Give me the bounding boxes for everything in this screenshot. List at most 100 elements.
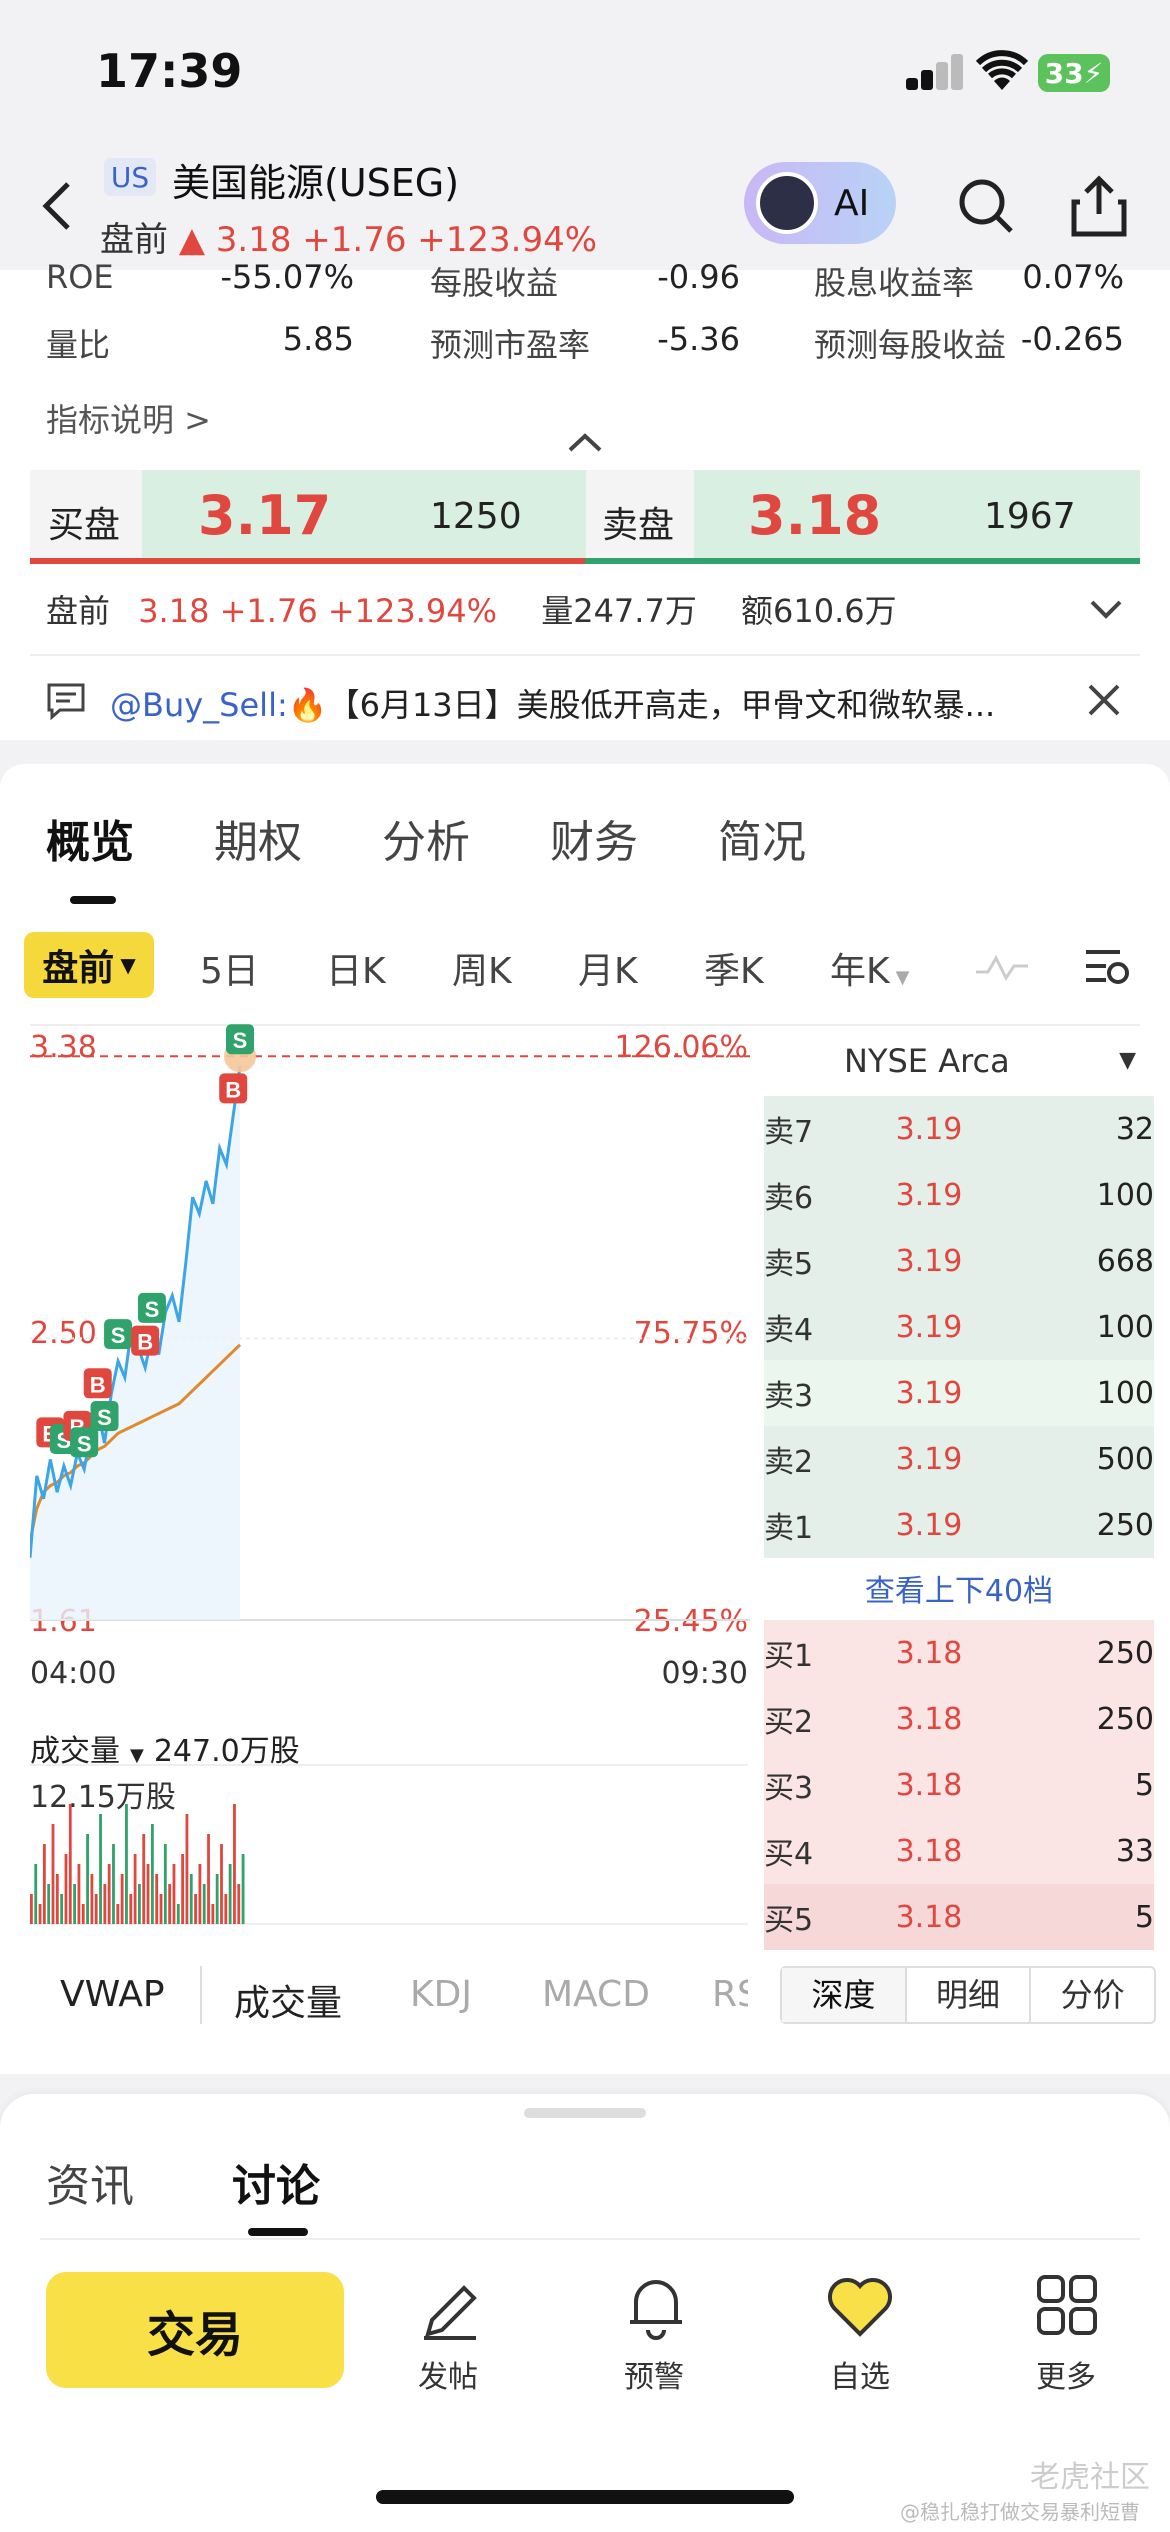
- line-style-icon[interactable]: [974, 952, 1030, 986]
- chevron-up-icon[interactable]: [566, 432, 604, 458]
- indicator-volume[interactable]: 成交量: [234, 1974, 342, 2026]
- bid-level-volume: 33: [1115, 1833, 1154, 1869]
- indicator-link[interactable]: 指标说明 >: [46, 395, 211, 441]
- share-icon[interactable]: [1070, 174, 1128, 242]
- volume-bar: [86, 1834, 89, 1924]
- nav-alert-label: 预警: [624, 2360, 684, 2395]
- price-chart[interactable]: BSBSBSSBSBS: [30, 1020, 750, 1640]
- premarket-volume: 量247.7万: [541, 592, 697, 630]
- indicator-rsi[interactable]: RS: [712, 1974, 748, 2015]
- stat-label: 股息收益率: [814, 264, 975, 302]
- volume-bar: [55, 1874, 59, 1924]
- ask-level-price: 3.19: [895, 1441, 963, 1477]
- watermark-brand: 老虎社区: [1030, 2460, 1150, 2495]
- ask-level-label: 卖3: [764, 1379, 814, 1414]
- ask-level-volume: 32: [1115, 1111, 1154, 1147]
- battery-level: 33: [1044, 56, 1084, 90]
- period-daily[interactable]: 日K: [326, 942, 386, 994]
- divider: [40, 2238, 1140, 2240]
- depth-tab-price[interactable]: 分价: [1031, 1968, 1154, 2022]
- volume-bar: [185, 1814, 189, 1924]
- indicator-kdj[interactable]: KDJ: [410, 1974, 472, 2015]
- bid-level-row[interactable]: 买4 3.18 33: [764, 1818, 1154, 1884]
- premarket-change: 3.18 +1.76 +123.94%: [138, 592, 498, 630]
- indicator-vwap[interactable]: VWAP: [60, 1974, 165, 2015]
- chart-settings-icon[interactable]: [1082, 944, 1132, 992]
- nav-watchlist[interactable]: 自选: [790, 2270, 930, 2400]
- period-weekly[interactable]: 周K: [452, 942, 512, 994]
- ask-level-row[interactable]: 卖2 3.19 500: [764, 1426, 1154, 1492]
- tab-discussion[interactable]: 讨论: [232, 2150, 320, 2214]
- volume-bar: [241, 1854, 245, 1924]
- period-selector: 盘前 ▼ 5日 日K 周K 月K 季K 年K ▼: [0, 932, 1170, 1002]
- bid-level-volume: 5: [1134, 1899, 1154, 1935]
- sheet-handle[interactable]: [524, 2108, 646, 2118]
- ask-level-row[interactable]: 卖4 3.19 100: [764, 1294, 1154, 1360]
- wifi-icon: [975, 50, 1029, 96]
- ask-level-row[interactable]: 卖7 3.19 32: [764, 1096, 1154, 1162]
- period-yearly[interactable]: 年K ▼: [830, 942, 909, 994]
- tab-profile[interactable]: 简况: [718, 806, 806, 870]
- ask-level-label: 卖5: [764, 1247, 814, 1282]
- nav-alert[interactable]: 预警: [584, 2270, 724, 2400]
- depth-exchange[interactable]: NYSE Arca ▼: [764, 1036, 1154, 1086]
- bid-level-row[interactable]: 买2 3.18 250: [764, 1686, 1154, 1752]
- premarket-label: 盘前: [46, 592, 111, 630]
- ask-level-price: 3.19: [895, 1507, 963, 1543]
- bid-ask-bar: 买盘 3.17 1250 卖盘 3.18 1967: [30, 470, 1140, 564]
- news-user[interactable]: @Buy_Sell:: [110, 686, 288, 724]
- volume-bar: [168, 1884, 172, 1924]
- tab-overview[interactable]: 概览: [46, 806, 134, 870]
- search-icon[interactable]: [956, 176, 1016, 240]
- ai-button[interactable]: AI: [744, 162, 896, 244]
- ask-level-row[interactable]: 卖5 3.19 668: [764, 1228, 1154, 1294]
- period-premarket[interactable]: 盘前 ▼: [24, 932, 154, 998]
- tab-news[interactable]: 资讯: [46, 2150, 134, 2214]
- market-badge: US: [104, 158, 156, 196]
- bid-level-row[interactable]: 买5 3.18 5: [764, 1884, 1154, 1950]
- ask-level-volume: 668: [1096, 1243, 1154, 1279]
- ask-level-row[interactable]: 卖1 3.19 250: [764, 1492, 1154, 1558]
- volume-bar: [30, 1894, 33, 1924]
- volume-bar: [99, 1814, 102, 1924]
- tab-options[interactable]: 期权: [214, 806, 302, 870]
- ask-level-row[interactable]: 卖6 3.19 100: [764, 1162, 1154, 1228]
- depth-tab-depth[interactable]: 深度: [782, 1968, 907, 2022]
- bid-level-row[interactable]: 买3 3.18 5: [764, 1752, 1154, 1818]
- ask-level-label: 卖1: [764, 1511, 814, 1546]
- trade-button[interactable]: 交易: [46, 2272, 344, 2388]
- nav-post[interactable]: 发帖: [378, 2270, 518, 2400]
- volume-bar: [142, 1834, 146, 1924]
- indicator-tabs: VWAP 成交量 KDJ MACD RS: [0, 1966, 760, 2026]
- chevron-down-icon[interactable]: [1088, 598, 1124, 624]
- volume-bar: [224, 1894, 228, 1924]
- indicator-macd[interactable]: MACD: [542, 1974, 650, 2015]
- grid-icon: [1036, 2274, 1098, 2340]
- period-premarket-label: 盘前: [42, 948, 115, 989]
- period-monthly[interactable]: 月K: [578, 942, 638, 994]
- volume-bar: [64, 1854, 68, 1924]
- back-icon[interactable]: [40, 180, 76, 236]
- close-icon[interactable]: [1086, 682, 1122, 722]
- volume-bar: [146, 1864, 150, 1924]
- stock-header: US 美国能源(USEG) 盘前 ▲ 3.18 +1.76 +123.94% A…: [0, 140, 1170, 270]
- bid-pressure-bar: [30, 558, 585, 564]
- view-more-depth[interactable]: 查看上下40档: [764, 1566, 1154, 1610]
- premarket-row[interactable]: 盘前 3.18 +1.76 +123.94% 量247.7万 额610.6万: [46, 586, 1126, 632]
- news-ticker[interactable]: @Buy_Sell:🔥【6月13日】美股低开高走，甲骨文和微软暴...: [110, 680, 1070, 726]
- nav-more[interactable]: 更多: [996, 2270, 1136, 2400]
- ask-level-label: 卖4: [764, 1313, 814, 1348]
- bid-level-price: 3.18: [895, 1701, 963, 1737]
- bid-level-row[interactable]: 买1 3.18 250: [764, 1620, 1154, 1686]
- ask-level-row[interactable]: 卖3 3.19 100: [764, 1360, 1154, 1426]
- volume-bar: [155, 1874, 159, 1924]
- ask-pressure-bar: [585, 558, 1140, 564]
- period-5d[interactable]: 5日: [200, 942, 259, 994]
- tab-financials[interactable]: 财务: [550, 806, 638, 870]
- tab-analysis[interactable]: 分析: [382, 806, 470, 870]
- volume-bar: [120, 1874, 124, 1924]
- depth-tab-detail[interactable]: 明细: [907, 1968, 1032, 2022]
- bid-level-price: 3.18: [895, 1899, 963, 1935]
- period-quarterly[interactable]: 季K: [704, 942, 764, 994]
- bid-volume: 1250: [430, 496, 522, 537]
